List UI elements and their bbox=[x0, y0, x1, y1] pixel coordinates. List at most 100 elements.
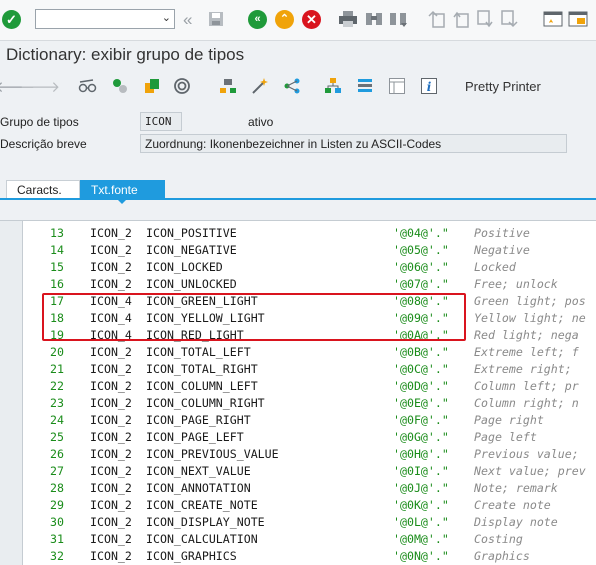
line-keyword: ICON_2 bbox=[90, 260, 132, 274]
source-line[interactable]: 23 ICON_2 ICON_COLUMN_RIGHT '@0E@'." Column … bbox=[22, 395, 596, 412]
find-next-icon[interactable] bbox=[388, 10, 408, 28]
print-icon[interactable] bbox=[338, 10, 358, 28]
line-number: 32 bbox=[50, 549, 64, 563]
source-line[interactable]: 26 ICON_2 ICON_PREVIOUS_VALUE '@0H@'." Previ… bbox=[22, 446, 596, 463]
back-icon[interactable]: « bbox=[183, 10, 192, 30]
line-keyword: ICON_2 bbox=[90, 226, 132, 240]
activate-icon[interactable] bbox=[142, 76, 162, 96]
line-number: 28 bbox=[50, 481, 64, 495]
new-session-icon[interactable] bbox=[543, 10, 563, 28]
line-constant-name: ICON_GRAPHICS bbox=[146, 549, 237, 563]
line-keyword: ICON_2 bbox=[90, 549, 132, 563]
tab-indicator bbox=[117, 199, 127, 204]
enter-icon[interactable]: ✓ bbox=[2, 10, 21, 29]
tab-caracts[interactable]: Caracts. bbox=[6, 180, 80, 199]
source-line[interactable]: 29 ICON_2 ICON_CREATE_NOTE '@0K@'." Create n… bbox=[22, 497, 596, 514]
source-line[interactable]: 28 ICON_2 ICON_ANNOTATION '@0J@'." Note; rem… bbox=[22, 480, 596, 497]
shortcut-icon[interactable] bbox=[568, 10, 588, 28]
source-line[interactable]: 27 ICON_2 ICON_NEXT_VALUE '@0I@'." Next valu… bbox=[22, 463, 596, 480]
line-value: '@0M@'." bbox=[393, 532, 449, 546]
source-line[interactable]: 13 ICON_2 ICON_POSITIVE '@04@'." Positive bbox=[22, 225, 596, 242]
source-line[interactable]: 22 ICON_2 ICON_COLUMN_LEFT '@0D@'." Column l… bbox=[22, 378, 596, 395]
source-editor[interactable]: 13 ICON_2 ICON_POSITIVE '@04@'." Positive 14 I… bbox=[0, 220, 596, 565]
source-lines: 13 ICON_2 ICON_POSITIVE '@04@'." Positive 14 I… bbox=[22, 225, 596, 565]
line-number: 14 bbox=[50, 243, 64, 257]
where-used-icon[interactable] bbox=[172, 76, 192, 96]
source-line[interactable]: 15 ICON_2 ICON_LOCKED '@06@'." Locked bbox=[22, 259, 596, 276]
glasses-icon[interactable] bbox=[78, 76, 98, 96]
line-value: '@0C@'." bbox=[393, 362, 449, 376]
go-back-icon[interactable]: « bbox=[248, 10, 267, 29]
line-comment: Positive bbox=[474, 226, 530, 240]
source-line[interactable]: 16 ICON_2 ICON_UNLOCKED '@07@'." Free; unloc… bbox=[22, 276, 596, 293]
line-value: '@0I@'." bbox=[393, 464, 449, 478]
line-comment: Create note bbox=[474, 498, 551, 512]
line-comment: Column left; pr bbox=[474, 379, 579, 393]
line-comment: Previous value; bbox=[474, 447, 579, 461]
first-page-icon[interactable] bbox=[428, 10, 446, 28]
line-keyword: ICON_2 bbox=[90, 515, 132, 529]
line-comment: Yellow light; ne bbox=[474, 311, 586, 325]
line-keyword: ICON_2 bbox=[90, 379, 132, 393]
info-icon[interactable]: i bbox=[419, 76, 439, 96]
line-value: '@07@'." bbox=[393, 277, 449, 291]
line-comment: Extreme left; f bbox=[474, 345, 579, 359]
source-line[interactable]: 24 ICON_2 ICON_PAGE_RIGHT '@0F@'." Page righ… bbox=[22, 412, 596, 429]
line-keyword: ICON_2 bbox=[90, 362, 132, 376]
command-field[interactable]: ⌄ bbox=[35, 9, 175, 29]
short-desc-field[interactable]: Zuordnung: Ikonenbezeichner in Listen zu… bbox=[140, 134, 567, 153]
source-line[interactable]: 21 ICON_2 ICON_TOTAL_RIGHT '@0C@'." Extreme … bbox=[22, 361, 596, 378]
pretty-printer-button[interactable]: Pretty Printer bbox=[465, 79, 541, 94]
line-keyword: ICON_2 bbox=[90, 243, 132, 257]
object-list-icon[interactable] bbox=[323, 76, 343, 96]
next-page-icon[interactable] bbox=[476, 10, 494, 28]
layout-icon[interactable] bbox=[387, 76, 407, 96]
line-constant-name: ICON_PAGE_LEFT bbox=[146, 430, 244, 444]
line-comment: Extreme right; bbox=[474, 362, 572, 376]
source-line[interactable]: 31 ICON_2 ICON_CALCULATION '@0M@'." Costing bbox=[22, 531, 596, 548]
line-value: '@0K@'." bbox=[393, 498, 449, 512]
source-line[interactable]: 14 ICON_2 ICON_NEGATIVE '@05@'." Negative bbox=[22, 242, 596, 259]
line-constant-name: ICON_ANNOTATION bbox=[146, 481, 251, 495]
line-comment: Negative bbox=[474, 243, 530, 257]
other-object-icon[interactable] bbox=[110, 76, 130, 96]
line-constant-name: ICON_LOCKED bbox=[146, 260, 223, 274]
worklist-icon[interactable] bbox=[355, 76, 375, 96]
type-group-field[interactable]: ICON bbox=[140, 112, 182, 131]
line-number: 26 bbox=[50, 447, 64, 461]
exit-icon[interactable]: ⌃ bbox=[275, 10, 294, 29]
chevron-down-icon[interactable]: ⌄ bbox=[162, 11, 171, 24]
line-value: '@04@'." bbox=[393, 226, 449, 240]
hierarchy-icon[interactable] bbox=[218, 76, 238, 96]
line-value: '@0J@'." bbox=[393, 481, 449, 495]
line-comment: Locked bbox=[474, 260, 516, 274]
source-line[interactable]: 25 ICON_2 ICON_PAGE_LEFT '@0G@'." Page left bbox=[22, 429, 596, 446]
svg-text:i: i bbox=[427, 80, 432, 94]
cancel-icon[interactable]: ✕ bbox=[302, 10, 321, 29]
line-number: 31 bbox=[50, 532, 64, 546]
save-icon[interactable] bbox=[207, 10, 225, 28]
line-number: 20 bbox=[50, 345, 64, 359]
find-icon[interactable] bbox=[364, 10, 384, 28]
short-desc-label: Descrição breve bbox=[0, 137, 87, 151]
line-number: 24 bbox=[50, 413, 64, 427]
line-number: 23 bbox=[50, 396, 64, 410]
tab-txt-fonte[interactable]: Txt.fonte bbox=[80, 180, 165, 199]
last-page-icon[interactable] bbox=[500, 10, 518, 28]
type-group-label: Grupo de tipos bbox=[0, 115, 79, 129]
line-constant-name: ICON_NEGATIVE bbox=[146, 243, 237, 257]
forward-arrow-icon[interactable]: 🡒 bbox=[20, 76, 60, 96]
source-line[interactable]: 30 ICON_2 ICON_DISPLAY_NOTE '@0L@'." Display… bbox=[22, 514, 596, 531]
previous-page-icon[interactable] bbox=[452, 10, 470, 28]
line-comment: Page left bbox=[474, 430, 537, 444]
line-keyword: ICON_2 bbox=[90, 413, 132, 427]
magic-wand-icon[interactable] bbox=[250, 76, 270, 96]
navigation-icon[interactable] bbox=[282, 76, 302, 96]
line-value: '@0N@'." bbox=[393, 549, 449, 563]
line-keyword: ICON_2 bbox=[90, 532, 132, 546]
source-line[interactable]: 20 ICON_2 ICON_TOTAL_LEFT '@0B@'." Extreme l… bbox=[22, 344, 596, 361]
source-line[interactable]: 32 ICON_2 ICON_GRAPHICS '@0N@'." Graphics bbox=[22, 548, 596, 565]
line-comment: Column right; n bbox=[474, 396, 579, 410]
line-value: '@0G@'." bbox=[393, 430, 449, 444]
line-number: 30 bbox=[50, 515, 64, 529]
